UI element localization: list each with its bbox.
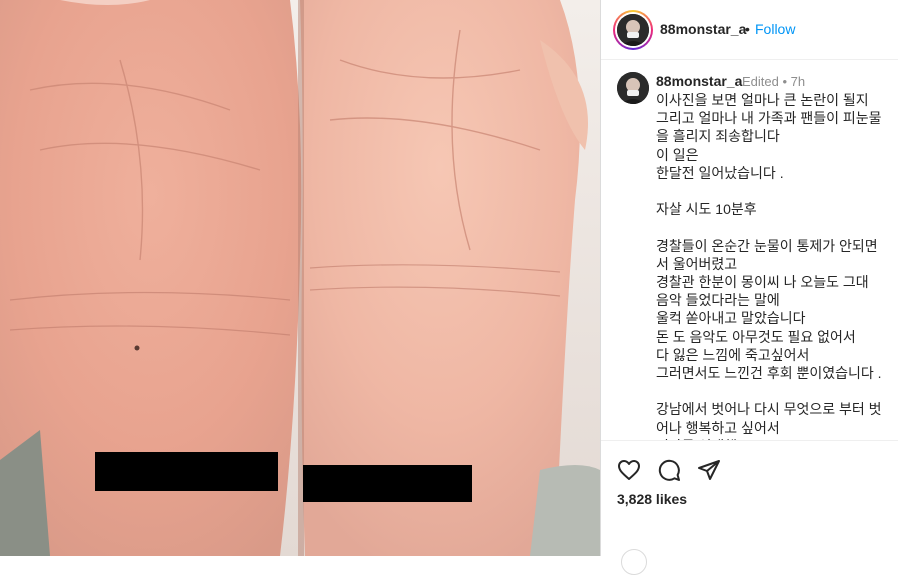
caption-meta: Edited • 7h	[742, 74, 806, 89]
action-bar: 3,828 likes	[601, 440, 898, 575]
heart-icon[interactable]	[617, 458, 641, 482]
comment-icon[interactable]	[657, 458, 681, 482]
post-header: 88monstar_a • Follow	[601, 0, 898, 60]
caption-avatar-image	[617, 72, 649, 104]
post-side-panel: 88monstar_a • Follow 88monstar_a Edited …	[600, 0, 898, 575]
separator-dot: •	[745, 21, 750, 37]
post-image[interactable]	[0, 0, 600, 556]
caption-text: 이사진을 보면 얼마나 큰 논란이 될지 그리고 얼마나 내 가족과 팬들이 피…	[656, 92, 882, 440]
likes-count[interactable]: 3,828 likes	[617, 491, 687, 507]
avatar-image	[617, 14, 649, 46]
avatar[interactable]	[617, 14, 649, 46]
story-ring[interactable]	[613, 10, 653, 50]
paper-plane-icon[interactable]	[697, 458, 721, 482]
censor-bar-right	[303, 465, 472, 502]
caption-avatar[interactable]	[617, 72, 649, 104]
caption-area: 88monstar_a Edited • 7h 이사진을 보면 얼마나 큰 논란…	[601, 60, 898, 440]
censor-bar-left	[95, 452, 278, 491]
header-username[interactable]: 88monstar_a	[660, 21, 746, 37]
caption-username[interactable]: 88monstar_a	[656, 73, 742, 89]
wrists-photo	[0, 0, 600, 556]
avatar-border	[615, 12, 651, 48]
emoji-icon[interactable]	[621, 549, 647, 575]
follow-button[interactable]: Follow	[755, 21, 795, 37]
